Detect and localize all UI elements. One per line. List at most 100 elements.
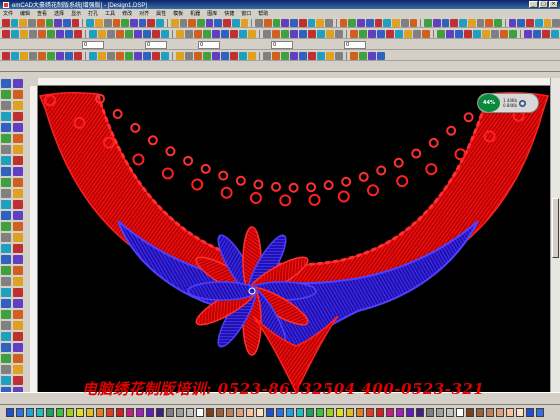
drawing-tool-icon[interactable] bbox=[13, 244, 23, 253]
stitch-tool-icon[interactable] bbox=[11, 51, 19, 60]
thread-color-swatch[interactable] bbox=[236, 408, 244, 417]
drawing-tool-icon[interactable] bbox=[1, 189, 11, 198]
thread-color-swatch[interactable] bbox=[276, 408, 284, 417]
stitch-tool-icon[interactable] bbox=[185, 51, 193, 60]
thread-color-swatch[interactable] bbox=[346, 408, 354, 417]
thread-color-swatch[interactable] bbox=[146, 408, 154, 417]
drawing-tool-icon[interactable] bbox=[1, 343, 11, 352]
edit-tool-icon[interactable] bbox=[542, 29, 550, 38]
drawing-tool-icon[interactable] bbox=[13, 255, 23, 264]
stitch-tool-icon[interactable] bbox=[56, 51, 64, 60]
standard-tool-icon[interactable] bbox=[365, 18, 374, 27]
drawing-tool-icon[interactable] bbox=[1, 178, 11, 187]
drawing-tool-icon[interactable] bbox=[1, 123, 11, 132]
thread-color-swatch[interactable] bbox=[406, 408, 414, 417]
edit-tool-icon[interactable] bbox=[194, 29, 202, 38]
refresh-icon[interactable] bbox=[519, 99, 527, 107]
edit-tool-icon[interactable] bbox=[533, 29, 541, 38]
standard-tool-icon[interactable] bbox=[197, 18, 205, 27]
drawing-tool-icon[interactable] bbox=[1, 167, 11, 176]
standard-tool-icon[interactable] bbox=[357, 18, 365, 27]
standard-tool-icon[interactable] bbox=[424, 18, 432, 27]
menu-edit[interactable]: 编辑 bbox=[20, 10, 30, 17]
edit-tool-icon[interactable] bbox=[395, 29, 403, 38]
drawing-tool-icon[interactable] bbox=[1, 79, 11, 88]
drawing-tool-icon[interactable] bbox=[13, 211, 23, 220]
menu-select[interactable]: 选择 bbox=[54, 10, 64, 17]
drawing-tool-icon[interactable] bbox=[13, 189, 23, 198]
drawing-tool-icon[interactable] bbox=[1, 321, 11, 330]
edit-tool-icon[interactable] bbox=[524, 29, 532, 38]
thread-color-swatch[interactable] bbox=[66, 408, 74, 417]
standard-tool-icon[interactable] bbox=[339, 18, 348, 27]
thread-color-swatch[interactable] bbox=[436, 408, 444, 417]
thread-color-swatch[interactable] bbox=[336, 408, 344, 417]
edit-tool-icon[interactable] bbox=[161, 29, 169, 38]
standard-tool-icon[interactable] bbox=[255, 18, 264, 27]
thread-color-swatch[interactable] bbox=[26, 408, 34, 417]
thread-color-swatch[interactable] bbox=[306, 408, 314, 417]
stitch-tool-icon[interactable] bbox=[176, 51, 184, 60]
standard-tool-icon[interactable] bbox=[459, 18, 467, 27]
stitch-tool-icon[interactable] bbox=[359, 51, 367, 60]
thread-color-swatch[interactable] bbox=[326, 408, 334, 417]
standard-tool-icon[interactable] bbox=[290, 18, 298, 27]
standard-tool-icon[interactable] bbox=[467, 18, 476, 27]
drawing-tool-icon[interactable] bbox=[13, 134, 23, 143]
stitch-tool-icon[interactable] bbox=[116, 51, 124, 60]
edit-tool-icon[interactable] bbox=[308, 29, 316, 38]
standard-tool-icon[interactable] bbox=[441, 18, 450, 27]
stitch-tool-icon[interactable] bbox=[230, 51, 238, 60]
edit-tool-icon[interactable] bbox=[74, 29, 82, 38]
edit-tool-icon[interactable] bbox=[455, 29, 463, 38]
stitch-tool-icon[interactable] bbox=[194, 51, 202, 60]
thread-color-swatch[interactable] bbox=[116, 408, 124, 417]
stitch-tool-icon[interactable] bbox=[317, 51, 325, 60]
standard-tool-icon[interactable] bbox=[19, 18, 28, 27]
drawing-tool-icon[interactable] bbox=[13, 354, 23, 363]
edit-tool-icon[interactable] bbox=[422, 29, 430, 38]
maximize-button[interactable]: □ bbox=[539, 1, 548, 8]
drawing-tool-icon[interactable] bbox=[13, 343, 23, 352]
menu-template[interactable]: 模板 bbox=[173, 10, 183, 17]
property-field-5[interactable]: 0 bbox=[344, 40, 366, 49]
standard-tool-icon[interactable] bbox=[63, 18, 71, 27]
minimize-button[interactable]: _ bbox=[529, 1, 538, 8]
stitch-tool-icon[interactable] bbox=[152, 51, 160, 60]
stitch-tool-icon[interactable] bbox=[308, 51, 316, 60]
standard-tool-icon[interactable] bbox=[170, 18, 179, 27]
drawing-tool-icon[interactable] bbox=[1, 365, 11, 374]
menu-view[interactable]: 查看 bbox=[37, 10, 47, 17]
edit-tool-icon[interactable] bbox=[38, 29, 46, 38]
drawing-tool-icon[interactable] bbox=[13, 277, 23, 286]
edit-tool-icon[interactable] bbox=[509, 29, 517, 38]
thread-color-swatch[interactable] bbox=[6, 408, 14, 417]
drawing-tool-icon[interactable] bbox=[13, 123, 23, 132]
drawing-tool-icon[interactable] bbox=[13, 266, 23, 275]
thread-color-swatch[interactable] bbox=[466, 408, 474, 417]
standard-tool-icon[interactable] bbox=[28, 18, 36, 27]
thread-color-swatch[interactable] bbox=[196, 408, 204, 417]
edit-tool-icon[interactable] bbox=[359, 29, 367, 38]
stitch-tool-icon[interactable] bbox=[134, 51, 142, 60]
drawing-tool-icon[interactable] bbox=[13, 222, 23, 231]
drawing-tool-icon[interactable] bbox=[13, 332, 23, 341]
edit-tool-icon[interactable] bbox=[125, 29, 133, 38]
property-field-4[interactable]: 0 bbox=[271, 40, 293, 49]
edit-tool-icon[interactable] bbox=[20, 29, 28, 38]
menu-properties[interactable]: 属性 bbox=[156, 10, 166, 17]
drawing-tool-icon[interactable] bbox=[13, 200, 23, 209]
edit-tool-icon[interactable] bbox=[263, 29, 271, 38]
standard-tool-icon[interactable] bbox=[450, 18, 459, 27]
drawing-tool-icon[interactable] bbox=[13, 90, 23, 99]
thread-color-swatch[interactable] bbox=[76, 408, 84, 417]
stitch-tool-icon[interactable] bbox=[335, 51, 343, 60]
thread-color-swatch[interactable] bbox=[216, 408, 224, 417]
thread-color-swatch[interactable] bbox=[96, 408, 104, 417]
standard-tool-icon[interactable] bbox=[223, 18, 231, 27]
standard-tool-icon[interactable] bbox=[240, 18, 249, 27]
stitch-tool-icon[interactable] bbox=[65, 51, 73, 60]
thread-color-swatch[interactable] bbox=[256, 408, 264, 417]
edit-tool-icon[interactable] bbox=[281, 29, 289, 38]
edit-tool-icon[interactable] bbox=[272, 29, 280, 38]
